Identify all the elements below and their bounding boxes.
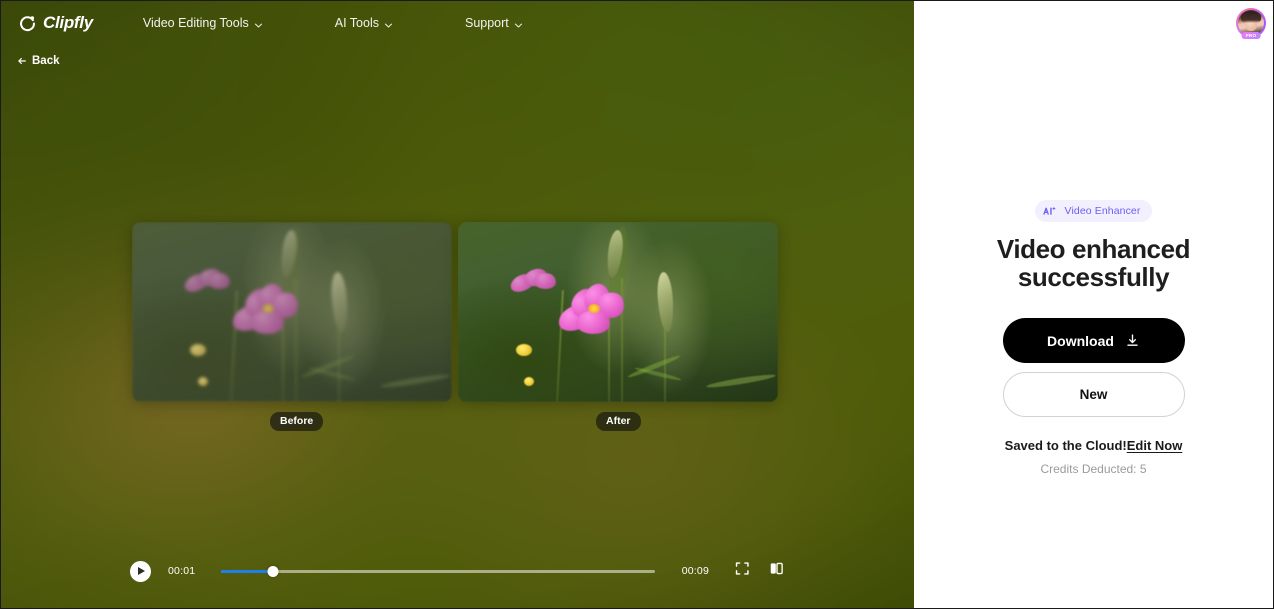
back-row: Back xyxy=(1,45,914,71)
tool-badge: Video Enhancer xyxy=(1034,200,1153,222)
before-after-previews xyxy=(132,222,778,402)
preview-labels: Before After xyxy=(132,412,778,432)
after-label-badge: After xyxy=(596,412,641,432)
play-button[interactable] xyxy=(130,560,151,582)
avatar[interactable]: PRO xyxy=(1236,8,1266,39)
preview-before[interactable] xyxy=(132,222,452,402)
app-window: Clipfly Video Editing Tools AI Tools Sup xyxy=(0,0,1274,609)
edit-now-link[interactable]: Edit Now xyxy=(1127,438,1183,453)
download-icon xyxy=(1125,333,1140,348)
duration-label: 00:09 xyxy=(681,565,709,577)
video-player-controls: 00:01 00:09 xyxy=(1,560,914,582)
saved-status-label: Saved to the Cloud! xyxy=(1004,438,1127,454)
result-panel: PRO Video Enhancer Video enhanced succes… xyxy=(914,1,1273,608)
download-button[interactable]: Download xyxy=(1002,318,1185,364)
chevron-down-icon xyxy=(254,19,263,28)
new-button-label: New xyxy=(1079,387,1108,403)
saved-status-row: Saved to the Cloud! Edit Now xyxy=(1005,438,1183,453)
after-frame-image xyxy=(458,222,778,402)
arrow-left-icon xyxy=(17,56,27,66)
back-label: Back xyxy=(32,55,60,67)
video-stage: Clipfly Video Editing Tools AI Tools Sup xyxy=(1,1,914,608)
play-icon xyxy=(138,567,145,575)
new-button[interactable]: New xyxy=(1002,372,1185,418)
nav-item-video-editing-tools[interactable]: Video Editing Tools xyxy=(143,10,263,36)
circular-arrow-icon xyxy=(19,15,36,32)
top-navigation-bar: Clipfly Video Editing Tools AI Tools Sup xyxy=(1,1,914,45)
background-flower xyxy=(508,267,558,301)
brand-name: Clipfly xyxy=(43,13,93,32)
progress-track xyxy=(221,569,655,573)
before-label-badge: Before xyxy=(270,412,324,432)
ai-sparkle-icon xyxy=(1042,204,1059,218)
preview-after[interactable] xyxy=(458,222,778,402)
nav-item-support[interactable]: Support xyxy=(465,10,523,36)
status-badge: PRO xyxy=(1241,31,1261,39)
back-button[interactable]: Back xyxy=(17,55,60,67)
nav-item-ai-tools[interactable]: AI Tools xyxy=(335,10,393,36)
nav-item-label: AI Tools xyxy=(334,16,379,30)
page-title: Video enhanced successfully xyxy=(996,234,1191,292)
progress-handle[interactable] xyxy=(267,565,279,577)
chevron-down-icon xyxy=(384,19,393,28)
brand-logo[interactable]: Clipfly xyxy=(19,13,93,33)
progress-fill xyxy=(221,569,274,573)
result-panel-body: Video Enhancer Video enhanced successful… xyxy=(914,200,1273,476)
split-compare-icon[interactable] xyxy=(768,560,785,582)
current-time-label: 00:01 xyxy=(168,565,196,577)
foreground-flower xyxy=(555,282,628,342)
fullscreen-icon[interactable] xyxy=(734,560,751,582)
nav-item-label: Video Editing Tools xyxy=(142,16,249,30)
nav-item-label: Support xyxy=(464,16,509,30)
progress-slider[interactable] xyxy=(221,563,655,579)
nav-links: Video Editing Tools AI Tools Support xyxy=(143,10,523,36)
download-button-label: Download xyxy=(1047,332,1114,349)
credits-deducted-label: Credits Deducted: 5 xyxy=(1040,462,1147,477)
tool-badge-label: Video Enhancer xyxy=(1064,205,1141,217)
chevron-down-icon xyxy=(514,19,523,28)
